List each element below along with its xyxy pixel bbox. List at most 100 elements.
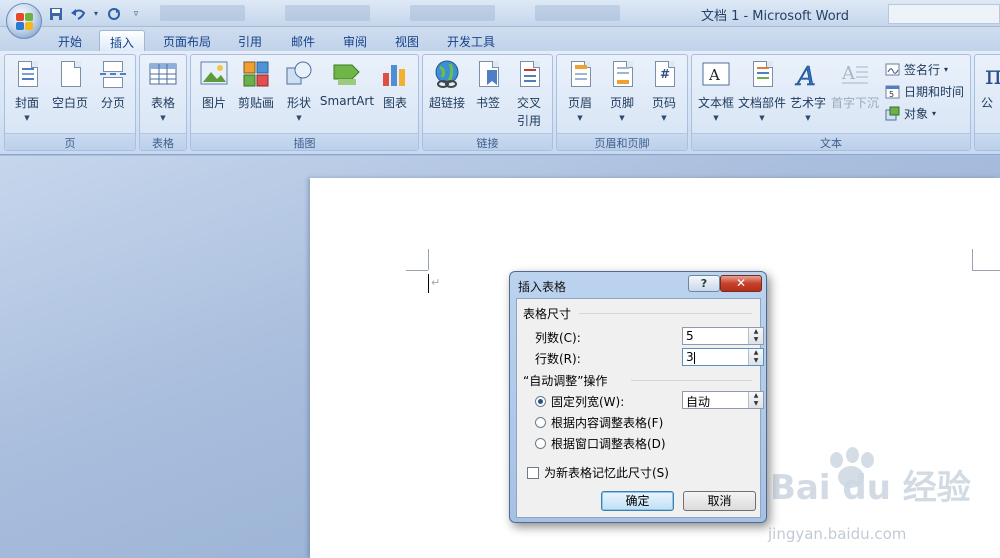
clipart-label: 剪贴画: [237, 96, 274, 110]
spin-up-icon[interactable]: ▲: [749, 328, 763, 336]
remember-dimensions-label: 为新表格记忆此尺寸(S): [544, 466, 669, 480]
tab-references[interactable]: 引用: [228, 30, 272, 51]
clipart-button[interactable]: 剪贴画: [236, 59, 276, 111]
textbox-label: 文本框: [697, 96, 734, 110]
chevron-down-icon: ▼: [713, 114, 719, 122]
crop-mark-left-v: [428, 249, 429, 270]
autofit-window-radio[interactable]: 根据窗口调整表格(D): [535, 435, 666, 452]
fixed-width-radio[interactable]: 固定列宽(W):: [535, 393, 624, 410]
tab-insert[interactable]: 插入: [99, 30, 145, 51]
dialog-title: 插入表格: [518, 280, 567, 294]
cross-reference-button[interactable]: 交叉 引用: [511, 59, 547, 129]
tab-page-layout[interactable]: 页面布局: [155, 30, 219, 51]
ribbon-tabs: 开始 插入 页面布局 引用 邮件 审阅 视图 开发工具: [0, 27, 1000, 51]
checkbox-icon[interactable]: [527, 466, 539, 479]
wordart-label: 艺术字: [789, 96, 826, 110]
radio-icon[interactable]: [535, 438, 546, 449]
signature-line-button[interactable]: 签名行 ▾: [885, 61, 948, 78]
redo-icon[interactable]: [106, 6, 122, 22]
rows-stepper[interactable]: 3 ▲ ▼: [682, 348, 764, 366]
fixed-width-spin-buttons[interactable]: ▲ ▼: [748, 392, 763, 408]
wordart-button[interactable]: A 艺术字 ▼: [788, 59, 828, 122]
drop-cap-button: A 首字下沉: [830, 59, 880, 111]
text-cursor: [428, 274, 429, 293]
cover-label: 封面: [14, 96, 39, 110]
ok-button[interactable]: 确定: [601, 491, 674, 511]
date-time-button[interactable]: 5 日期和时间: [885, 83, 964, 100]
blank-page-label: 空白页: [51, 96, 88, 110]
fixed-width-stepper[interactable]: 自动 ▲ ▼: [682, 391, 764, 409]
columns-spin-buttons[interactable]: ▲ ▼: [748, 328, 763, 344]
save-icon[interactable]: [48, 6, 64, 22]
columns-stepper[interactable]: 5 ▲ ▼: [682, 327, 764, 345]
group-symbols: π 公: [974, 54, 1000, 151]
chevron-down-icon: ▼: [759, 114, 765, 122]
insert-table-dialog: 插入表格 ? ✕ 表格尺寸 列数(C): 5 ▲ ▼ 行数(R): 3 ▲ ▼ “自…: [509, 271, 767, 523]
autofit-content-radio[interactable]: 根据内容调整表格(F): [535, 414, 663, 431]
radio-selected-icon[interactable]: [535, 396, 546, 407]
help-button[interactable]: ?: [688, 275, 720, 292]
office-logo-icon: [16, 13, 33, 30]
spin-down-icon[interactable]: ▼: [749, 400, 763, 408]
picture-button[interactable]: 图片: [197, 59, 231, 111]
rows-spin-buttons[interactable]: ▲ ▼: [748, 349, 763, 365]
chart-label: 图表: [382, 96, 407, 110]
tab-mailings[interactable]: 邮件: [281, 30, 325, 51]
header-button[interactable]: 页眉 ▼: [561, 59, 599, 122]
smartart-label: SmartArt: [319, 94, 375, 108]
cancel-button[interactable]: 取消: [683, 491, 756, 511]
group-header-footer-label: 页眉和页脚: [557, 133, 687, 150]
page-number-button[interactable]: # 页码 ▼: [645, 59, 683, 122]
object-icon: [885, 106, 900, 121]
close-button[interactable]: ✕: [720, 275, 762, 292]
watermark-url: jingyan.baidu.com: [768, 525, 907, 543]
blank-page-button[interactable]: 空白页: [49, 59, 91, 111]
rows-value: 3: [686, 350, 694, 364]
customize-qat-icon[interactable]: ▿: [128, 6, 144, 22]
textbox-button[interactable]: A 文本框 ▼: [696, 59, 736, 122]
tab-review[interactable]: 审阅: [333, 30, 377, 51]
hyperlink-button[interactable]: 超链接: [427, 59, 467, 111]
chart-button[interactable]: 图表: [377, 59, 413, 111]
tab-view[interactable]: 视图: [385, 30, 429, 51]
remember-dimensions-checkbox[interactable]: 为新表格记忆此尺寸(S): [527, 464, 669, 481]
tab-developer[interactable]: 开发工具: [438, 30, 504, 51]
tab-home[interactable]: 开始: [48, 30, 92, 51]
office-button[interactable]: [6, 3, 42, 39]
crop-mark-left-h: [406, 270, 428, 271]
cross-reference-label-2: 引用: [516, 114, 541, 128]
radio-icon[interactable]: [535, 417, 546, 428]
blank-page-icon: [55, 59, 85, 91]
smartart-button[interactable]: SmartArt: [319, 59, 375, 108]
spin-down-icon[interactable]: ▼: [749, 336, 763, 344]
pi-icon: π: [981, 59, 1000, 91]
page-number-label: 页码: [651, 96, 676, 110]
group-tables: 表格 ▼ 表格: [139, 54, 187, 151]
bookmark-button[interactable]: 书签: [471, 59, 505, 111]
shapes-button[interactable]: 形状 ▼: [281, 59, 317, 122]
equation-button[interactable]: π 公: [981, 59, 1000, 111]
spin-up-icon[interactable]: ▲: [749, 392, 763, 400]
spin-up-icon[interactable]: ▲: [749, 349, 763, 357]
group-symbols-label: [975, 133, 1000, 150]
undo-icon[interactable]: [70, 6, 86, 22]
spin-down-icon[interactable]: ▼: [749, 357, 763, 365]
page-break-button[interactable]: 分页: [95, 59, 131, 111]
quick-parts-icon: [747, 59, 777, 91]
globe-link-icon: [432, 59, 462, 91]
quick-parts-button[interactable]: 文档部件 ▼: [738, 59, 786, 122]
drop-cap-icon: A: [840, 59, 870, 91]
cover-button[interactable]: 封面 ▼: [9, 59, 45, 122]
footer-button[interactable]: 页脚 ▼: [603, 59, 641, 122]
shapes-label: 形状: [286, 96, 311, 110]
section-divider: [579, 313, 752, 314]
dialog-body: 表格尺寸 列数(C): 5 ▲ ▼ 行数(R): 3 ▲ ▼ “自动调整”操作 固定…: [516, 298, 764, 518]
object-button[interactable]: 对象 ▾: [885, 105, 936, 122]
textbox-icon: A: [701, 59, 731, 91]
table-button[interactable]: 表格 ▼: [145, 59, 181, 122]
section-table-size: 表格尺寸: [523, 307, 572, 321]
undo-dropdown-icon[interactable]: ▾: [92, 6, 100, 22]
table-label: 表格: [150, 96, 175, 110]
chevron-down-icon: ▼: [619, 114, 625, 122]
fixed-width-value: 自动: [686, 395, 711, 409]
